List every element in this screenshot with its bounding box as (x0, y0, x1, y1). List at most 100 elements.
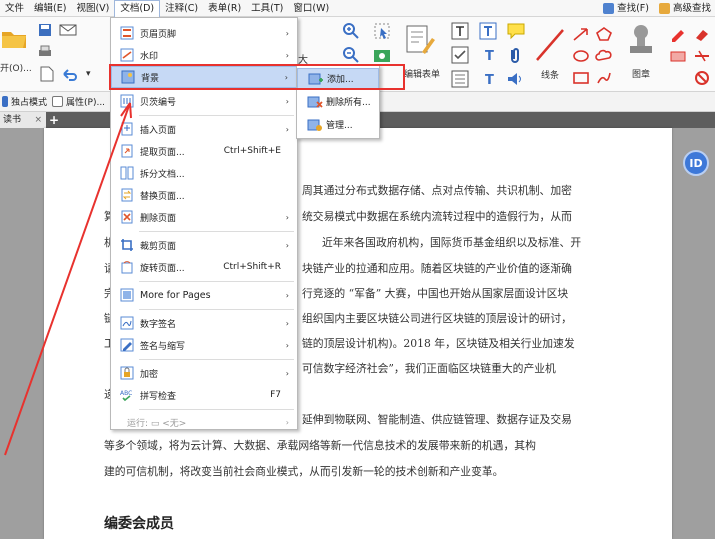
undo-icon[interactable] (60, 65, 80, 83)
menu-comment[interactable]: 注释(C) (160, 0, 203, 17)
rectangle-tool-icon[interactable] (570, 69, 592, 87)
menu-item-extract-pages[interactable]: 提取页面... Ctrl+Shift+E (111, 140, 297, 162)
menu-item-label: 页眉页脚 (140, 29, 177, 40)
svg-text:ABC: ABC (120, 390, 132, 397)
menu-separator (139, 231, 294, 232)
menu-item-replace-pages[interactable]: 替换页面... (111, 184, 297, 206)
menu-document[interactable]: 文档(D) (114, 0, 161, 17)
submenu-item-delete-all[interactable]: 删除所有... (297, 91, 379, 112)
open-folder-icon[interactable] (0, 23, 28, 53)
tab-label: 读书 (3, 115, 22, 125)
menu-bar: 文件 编辑(E) 视图(V) 文档(D) 注释(C) 表单(R) 工具(T) 窗… (0, 0, 715, 17)
text-line: 块链产业的拉通和应用。随着区块链的产业价值的逐渐确 (302, 262, 572, 275)
pencil-tool-icon[interactable] (594, 69, 614, 87)
new-doc-icon[interactable] (37, 65, 57, 83)
menu-form[interactable]: 表单(R) (203, 0, 246, 17)
forbidden-stamp-icon[interactable] (692, 69, 712, 87)
extract-pages-icon (121, 144, 133, 158)
zoom-in-icon[interactable] (340, 21, 362, 41)
text-line: 行竞逐的 “军备” 大赛，中国也开始从国家层面设计区块 (302, 287, 569, 300)
menu-item-spell-check[interactable]: ABC 拼写检查 F7 (111, 384, 297, 406)
arrow-tool-icon[interactable] (570, 25, 592, 43)
menu-item-sign-initials[interactable]: 签名与缩写 › (111, 334, 297, 356)
menu-item-encrypt[interactable]: 加密 › (111, 362, 297, 384)
text-line: 等多个领域，将为云计算、大数据、承载网络等新一代信息技术的发展带来新的机遇，其构 (104, 439, 536, 452)
header-footer-icon (120, 26, 134, 40)
menu-view[interactable]: 视图(V) (71, 0, 114, 17)
side-panel-button[interactable]: ID (683, 150, 709, 176)
note-icon[interactable] (505, 21, 527, 41)
oval-tool-icon[interactable] (570, 47, 592, 65)
attach-icon[interactable] (505, 45, 525, 65)
checkbox-tool-icon[interactable] (450, 45, 470, 65)
menu-item-watermark[interactable]: 水印 › (111, 44, 297, 66)
sound-icon[interactable] (505, 69, 525, 89)
menu-separator (139, 281, 294, 282)
new-tab-button[interactable]: + (47, 112, 61, 128)
menu-item-delete-pages[interactable]: 删除页面 › (111, 206, 297, 228)
menu-item-more-for-pages[interactable]: More for Pages › (111, 284, 297, 306)
bold-text-icon[interactable]: T (480, 45, 500, 65)
menu-tools[interactable]: 工具(T) (246, 0, 288, 17)
document-view[interactable]: 周其通过分布式数据存储、点对点传输、共识机制、加密 统交易模式中数据在系统内流转… (0, 128, 715, 539)
snapshot-icon[interactable] (370, 45, 394, 65)
select-tool-icon[interactable] (370, 21, 394, 41)
text-field-icon[interactable] (450, 21, 470, 41)
open-label[interactable]: 开(O)... (0, 61, 32, 74)
rotate-pages-icon (121, 261, 133, 274)
strikeout-icon[interactable] (692, 47, 712, 65)
stamp-label[interactable]: 图章 (632, 67, 650, 80)
submenu-arrow-icon: › (285, 290, 289, 300)
menu-item-digital-signature[interactable]: 数字签名 › (111, 312, 297, 334)
stamp-icon[interactable] (624, 21, 658, 61)
menu-item-rotate-pages[interactable]: 旋转页面... Ctrl+Shift+R (111, 256, 297, 278)
zoom-out-icon[interactable] (340, 45, 362, 65)
menu-item-run[interactable]: 运行: ▭ <无> › (111, 411, 297, 433)
annotation-highlight-box (109, 64, 405, 90)
eraser-tool-icon[interactable] (692, 25, 712, 43)
typewriter-icon[interactable]: T (480, 69, 500, 89)
menu-item-label: 拆分文档... (140, 169, 185, 180)
polygon-tool-icon[interactable] (594, 25, 614, 43)
cloud-tool-icon[interactable] (594, 47, 614, 65)
menu-file[interactable]: 文件 (0, 0, 29, 17)
menu-item-label: 签名与缩写 (140, 341, 186, 352)
edit-form-label[interactable]: 编辑表单 (404, 67, 440, 80)
text-box-icon[interactable] (478, 21, 498, 41)
submenu-arrow-icon: › (285, 318, 289, 328)
edit-form-icon[interactable] (402, 21, 438, 61)
submenu-arrow-icon: › (285, 124, 289, 134)
dropdown-chevron-icon[interactable]: ▾ (86, 69, 91, 79)
exclusive-mode-button[interactable]: 独占模式 (2, 95, 47, 108)
area-highlight-icon[interactable] (668, 47, 688, 65)
save-icon[interactable] (37, 22, 53, 38)
sign-initials-icon (120, 338, 134, 352)
menu-item-bates-numbering[interactable]: 贝茨编号 › (111, 90, 297, 112)
menu-item-header-footer[interactable]: 页眉页脚 › (111, 22, 297, 44)
menu-item-insert-page[interactable]: 插入页面 › (111, 118, 297, 140)
menu-window[interactable]: 窗口(W) (288, 0, 334, 17)
line-tool-icon[interactable] (533, 25, 567, 65)
menu-item-crop-pages[interactable]: 裁剪页面 › (111, 234, 297, 256)
highlight-tool-icon[interactable] (668, 25, 688, 43)
submenu-item-manage[interactable]: 管理... (297, 114, 379, 135)
email-icon[interactable] (57, 22, 79, 38)
text-line: 组织国内主要区块链公司进行区块链的顶层设计的研讨， (302, 312, 572, 325)
menubar-right: 查找(F) 高级查找 (601, 0, 715, 17)
list-box-icon[interactable] (450, 69, 470, 89)
print-icon[interactable] (37, 44, 53, 60)
advanced-find-button[interactable]: 高级查找 (657, 0, 713, 17)
tab-close-icon[interactable]: × (34, 112, 42, 128)
tab-document[interactable]: 读书 × (0, 112, 46, 128)
lines-label[interactable]: 线条 (541, 68, 559, 81)
submenu-arrow-icon: › (285, 50, 289, 60)
submenu-item-label: 管理... (326, 121, 353, 131)
menu-edit[interactable]: 编辑(E) (29, 0, 71, 17)
menu-item-split-document[interactable]: 拆分文档... (111, 162, 297, 184)
find-button[interactable]: 查找(F) (601, 0, 651, 17)
encrypt-icon (120, 366, 134, 380)
watermark-icon (120, 48, 134, 62)
split-document-icon (120, 166, 134, 180)
svg-text:T: T (485, 73, 494, 87)
properties-button[interactable]: 属性(P)... (52, 95, 105, 108)
